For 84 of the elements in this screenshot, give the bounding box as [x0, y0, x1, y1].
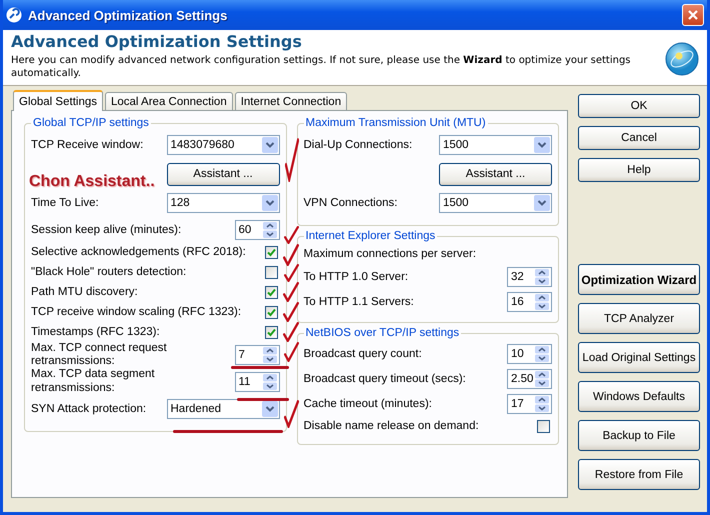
group-title: NetBIOS over TCP/IP settings: [304, 327, 460, 339]
spinner-icon[interactable]: [535, 294, 549, 310]
header-description: Here you can modify advanced network configuration settings. If not sure, please use the Wizard to optimize your settings automatically.: [11, 54, 632, 80]
group-title: Internet Explorer Settings: [304, 230, 436, 242]
tab[interactable]: Global Settings: [13, 90, 103, 111]
checkbox-label: TCP receive window scaling (RFC 1323):: [31, 306, 242, 318]
spinner-icon[interactable]: [535, 396, 549, 412]
number-field[interactable]: 17: [507, 394, 552, 414]
dialog-button[interactable]: Windows Defaults: [578, 381, 700, 412]
wizard-button[interactable]: Optimization Wizard: [578, 264, 700, 295]
checkbox-label: Selective acknowledgements (RFC 2018):: [31, 246, 247, 258]
field-label: Broadcast query timeout (secs):: [304, 372, 467, 384]
spinner-icon[interactable]: [262, 222, 276, 238]
tab[interactable]: Local Area Connection: [105, 92, 233, 110]
number-field[interactable]: 2.50: [507, 368, 552, 388]
number-field[interactable]: 16: [507, 292, 552, 312]
spinner-icon[interactable]: [535, 370, 549, 386]
checkbox-label: Timestamps (RFC 1323):: [31, 326, 161, 338]
field-label: Session keep alive (minutes):: [31, 224, 182, 236]
spinner-icon[interactable]: [262, 347, 276, 364]
dialog-button[interactable]: Load Original Settings: [578, 342, 700, 373]
dropdown-field[interactable]: 1483079680: [166, 135, 280, 155]
dialog-button[interactable]: OK: [578, 94, 700, 118]
checkbox[interactable]: [537, 420, 550, 432]
app-icon: [6, 7, 22, 23]
field-label: TCP Receive window:: [31, 139, 144, 151]
tick-mark-icon: [284, 400, 299, 428]
field-label: Cache timeout (minutes):: [304, 398, 433, 410]
number-field[interactable]: 60: [234, 220, 280, 240]
globe-icon: [665, 42, 699, 76]
dropdown-field[interactable]: Hardened: [166, 398, 280, 419]
annotation-text: Chon Assistant..: [29, 173, 155, 191]
checkbox-label: Path MTU discovery:: [31, 286, 139, 298]
group-title: Global TCP/IP settings: [32, 117, 150, 129]
number-field[interactable]: 10: [507, 344, 552, 364]
tick-mark-icon: [283, 302, 299, 322]
tab[interactable]: Internet Connection: [234, 92, 348, 110]
tick-mark-icon: [283, 244, 299, 266]
tick-mark-icon: [284, 264, 299, 282]
tick-mark-icon: [283, 282, 299, 302]
underline-mark: [231, 366, 289, 369]
field-label: Broadcast query count:: [304, 348, 423, 360]
window-title: Advanced Optimization Settings: [28, 8, 228, 22]
assistant-button[interactable]: Assistant ...: [166, 162, 280, 186]
spinner-icon[interactable]: [535, 346, 549, 362]
dialog-button[interactable]: Cancel: [578, 126, 700, 150]
field-label: To HTTP 1.0 Server:: [304, 270, 410, 282]
field-label: Dial-Up Connections:: [304, 139, 414, 151]
field-label: Time To Live:: [31, 197, 100, 209]
dialog-button[interactable]: Backup to File: [578, 420, 700, 451]
close-icon: [687, 9, 699, 21]
checkbox[interactable]: [264, 246, 278, 258]
underline-mark: [237, 398, 289, 401]
dropdown-field[interactable]: 1500: [439, 135, 552, 155]
checkbox[interactable]: [264, 326, 278, 338]
tick-mark-icon: [284, 342, 299, 362]
checkbox[interactable]: [264, 286, 278, 298]
assistant-button[interactable]: Assistant ...: [439, 162, 552, 186]
dropdown-field[interactable]: 128: [166, 193, 280, 213]
number-field[interactable]: 32: [507, 266, 552, 286]
number-field[interactable]: 7: [234, 345, 280, 366]
tick-mark-icon: [283, 322, 299, 342]
field-label: Max. TCP connect request retransmissions:: [31, 342, 168, 368]
field-label: VPN Connections:: [304, 197, 398, 209]
dropdown-field[interactable]: 1500: [439, 193, 552, 213]
checkbox[interactable]: [264, 266, 278, 278]
checkbox-label: Disable name release on demand:: [304, 420, 480, 432]
tick-mark-icon: [284, 226, 299, 244]
spinner-icon[interactable]: [262, 374, 276, 390]
dialog-button[interactable]: Restore from File: [578, 459, 700, 490]
dialog-button[interactable]: Help: [578, 158, 700, 182]
spinner-icon[interactable]: [535, 268, 549, 284]
field-label: To HTTP 1.1 Servers:: [304, 296, 415, 308]
header-title: Advanced Optimization Settings: [11, 32, 303, 51]
checkbox[interactable]: [264, 306, 278, 318]
checkbox-label: "Black Hole" routers detection:: [31, 266, 188, 278]
number-field[interactable]: 11: [234, 372, 280, 392]
dialog-button[interactable]: TCP Analyzer: [578, 303, 700, 334]
group-title: Maximum Transmission Unit (MTU): [304, 117, 487, 129]
tick-mark-icon: [285, 138, 299, 182]
section-label: Maximum connections per server:: [304, 248, 478, 260]
field-label: SYN Attack protection:: [31, 402, 148, 415]
close-button[interactable]: [682, 4, 704, 26]
field-label: Max. TCP data segment retransmissions:: [31, 368, 156, 395]
